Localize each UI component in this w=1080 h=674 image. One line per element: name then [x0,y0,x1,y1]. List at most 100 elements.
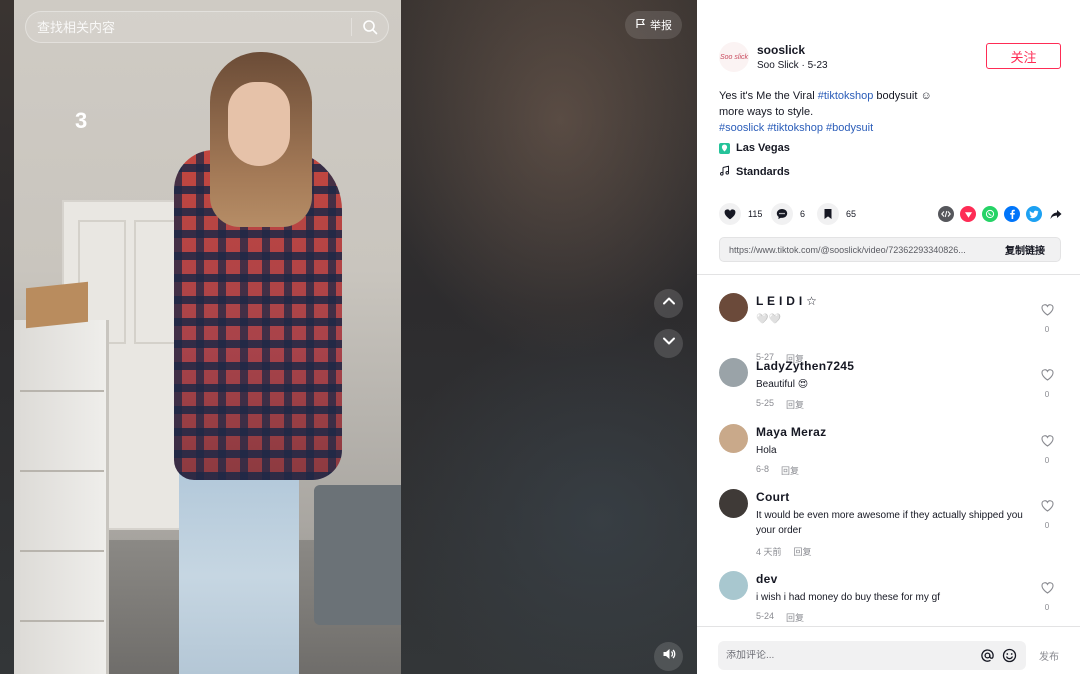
next-video-button[interactable] [654,329,683,358]
report-button[interactable]: 举报 [625,11,682,39]
video-player[interactable] [14,0,401,674]
music-tag[interactable]: Standards [719,165,790,179]
reply-button[interactable]: 回复 [786,398,804,411]
commenter-avatar[interactable] [719,358,748,387]
comment-like-count: 0 [1044,521,1050,530]
comment-like-count: 0 [1044,456,1050,465]
reply-button[interactable]: 回复 [786,611,804,624]
music-label: Standards [736,166,790,178]
commenter-name[interactable]: Court [756,490,790,504]
tiktok-friends-icon[interactable] [960,206,976,222]
heart-outline-icon [1040,582,1054,594]
commenter-name[interactable]: dev [756,572,778,586]
emoji-icon[interactable] [998,645,1020,667]
comment-date: 5-24 [756,611,775,621]
bookmark-icon [817,203,839,225]
comment-footer: 5-24 回复 [756,611,804,624]
comment-item: Maya Meraz Hola 6-8 回复 0 [697,424,1080,484]
description-text: bodysuit ☺︎ [873,90,932,102]
engagement-row: 115 6 65 [719,203,1064,225]
comment-item: dev i wish i had money do buy these for … [697,571,1080,626]
previous-video-button[interactable] [654,289,683,318]
comment-count: 6 [800,209,806,219]
commenter-name[interactable]: LadyZythen7245 [756,359,854,373]
commenter-avatar[interactable] [719,571,748,600]
description-line-1: Yes it's Me the Viral #tiktokshop bodysu… [719,88,1049,104]
comment-like-button[interactable]: 0 [1037,368,1057,399]
hashtag-link[interactable]: #sooslick [719,122,764,134]
reply-button[interactable]: 回复 [794,545,812,558]
heart-icon [719,203,741,225]
author-username[interactable]: sooslick [757,43,805,57]
commenter-avatar[interactable] [719,489,748,518]
chevron-up-icon [662,294,676,313]
author-avatar[interactable]: Soo slick [719,42,749,72]
embed-icon[interactable] [938,206,954,222]
author-display-name: Soo Slick [757,60,799,71]
post-date: 5-23 [807,60,828,71]
video-description: Yes it's Me the Viral #tiktokshop bodysu… [719,88,1049,136]
comment-footer: 5-25 回复 [756,398,804,411]
commenter-name[interactable]: Maya Meraz [756,425,826,439]
flag-icon [635,18,646,32]
video-bench [314,485,401,625]
post-comment-button[interactable]: 发布 [1039,648,1059,663]
comment-like-button[interactable]: 0 [1037,499,1057,530]
copy-link-button[interactable]: 复制链接 [990,242,1060,257]
share-link-url[interactable]: https://www.tiktok.com/@sooslick/video/7… [720,245,990,255]
comment-like-button[interactable]: 0 [1037,434,1057,465]
hashtag-link[interactable]: #bodysuit [826,122,873,134]
search-input[interactable] [26,12,351,42]
comment-input[interactable] [718,650,976,661]
commenter-name[interactable]: L E I D I ☆ [756,294,817,308]
comment-like-button[interactable]: 0 [1037,303,1057,334]
commenter-avatar[interactable] [719,424,748,453]
location-tag[interactable]: Las Vegas [719,142,790,154]
search-icon[interactable] [352,12,388,42]
comment-stat[interactable]: 6 [771,203,805,225]
comment-footer: 6-8 回复 [756,464,799,477]
share-arrow-icon[interactable] [1048,206,1064,222]
facebook-icon[interactable] [1004,206,1020,222]
comment-text: Beautiful 😍 [756,379,809,390]
comment-text: 🤍🤍 [756,314,781,325]
report-label: 举报 [650,20,672,32]
comment-like-button[interactable]: 0 [1037,581,1057,612]
description-line-2: more ways to style. [719,106,814,118]
music-note-icon [719,165,730,179]
like-count: 115 [748,209,763,219]
description-text: Yes it's Me the Viral [719,90,818,102]
mention-icon[interactable] [976,645,998,667]
comment-list[interactable]: L E I D I ☆ 🤍🤍 5-27 回复 0 LadyZythen7245 … [697,274,1080,627]
heart-outline-icon [1040,500,1054,512]
comment-text: Hola [756,445,777,456]
save-stat[interactable]: 65 [817,203,856,225]
like-stat[interactable]: 115 [719,203,762,225]
heart-outline-icon [1040,369,1054,381]
heart-outline-icon [1040,435,1054,447]
comment-like-count: 0 [1044,325,1050,334]
reply-button[interactable]: 回复 [781,464,799,477]
video-stage: 举报 3 [0,0,697,674]
comment-like-count: 0 [1044,603,1050,612]
save-count: 65 [846,209,857,219]
heart-outline-icon [1040,304,1054,316]
author-subline: Soo Slick · 5-23 [757,60,828,71]
volume-button[interactable] [654,642,683,671]
hashtag-link[interactable]: #tiktokshop [818,90,874,102]
comment-date: 5-25 [756,398,775,408]
comment-date: 6-8 [756,464,770,474]
comment-like-count: 0 [1044,390,1050,399]
comment-box [718,641,1026,670]
detail-panel: Soo slick sooslick Soo Slick · 5-23 关注 Y… [697,0,1080,674]
video-box [26,281,88,329]
volume-icon [662,647,676,666]
comment-footer: 4 天前 回复 [756,545,812,558]
commenter-avatar[interactable] [719,293,748,322]
follow-button[interactable]: 关注 [986,43,1061,69]
hashtag-link[interactable]: #tiktokshop [767,122,823,134]
whatsapp-icon[interactable] [982,206,998,222]
twitter-icon[interactable] [1026,206,1042,222]
comment-text: It would be even more awesome if they ac… [756,510,1023,536]
comment-date: 4 天前 [756,547,782,557]
